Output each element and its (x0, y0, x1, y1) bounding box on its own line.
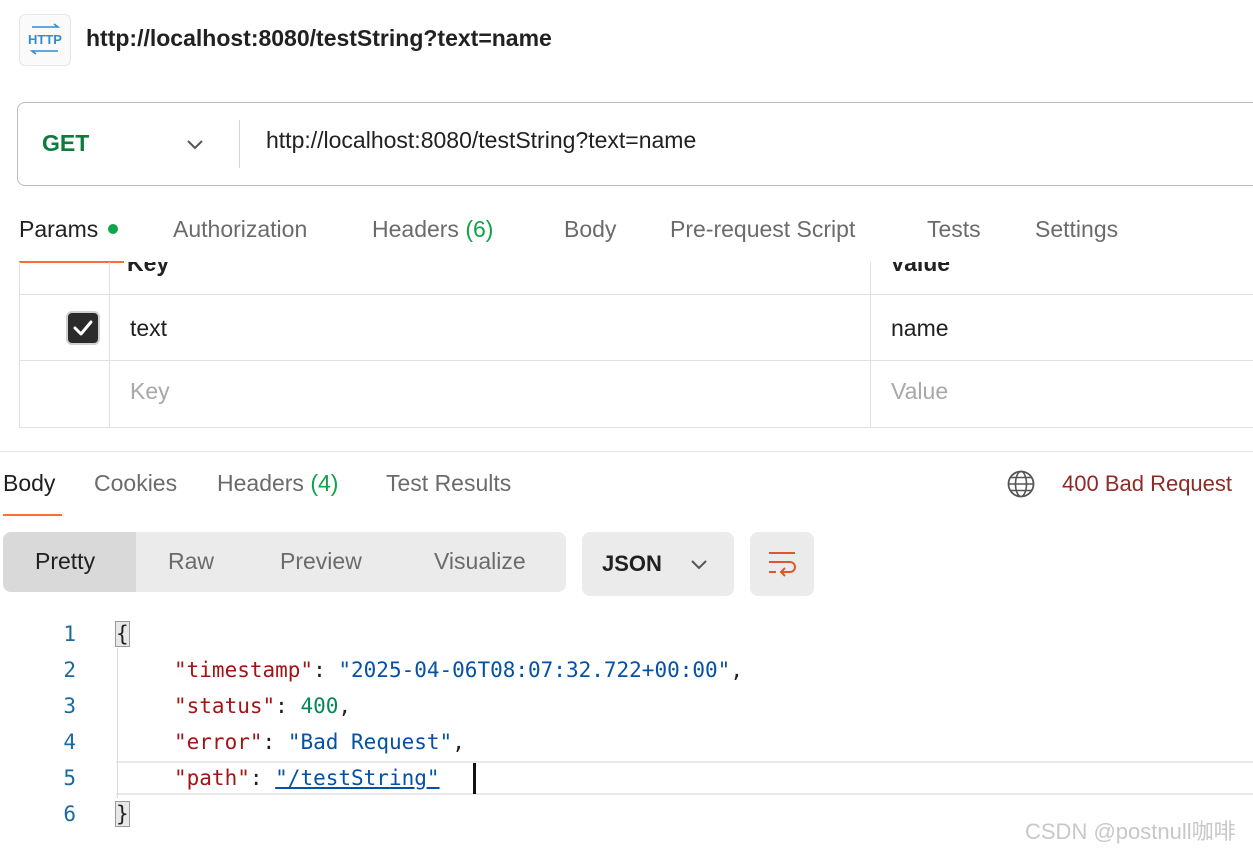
tab-prerequest-script[interactable]: Pre-request Script (670, 216, 855, 243)
code-line[interactable]: "timestamp": "2025-04-06T08:07:32.722+00… (174, 658, 743, 682)
json-string: "Bad Request" (287, 730, 453, 754)
param-value-cell[interactable]: name (891, 315, 949, 342)
new-param-key-input[interactable]: Key (130, 378, 170, 405)
response-tab-headers[interactable]: Headers (4) (217, 470, 338, 497)
line-number: 2 (63, 658, 76, 682)
tab-headers-count: (6) (465, 216, 494, 242)
wrap-lines-icon (769, 552, 796, 577)
response-tab-body[interactable]: Body (3, 470, 55, 497)
wrap-lines-button[interactable] (750, 532, 814, 596)
response-active-tab-indicator (3, 514, 62, 516)
json-string: "2025-04-06T08:07:32.722+00:00" (338, 658, 731, 682)
text-cursor (473, 763, 476, 794)
url-input[interactable]: http://localhost:8080/testString?text=na… (266, 127, 696, 154)
line-number: 4 (63, 730, 76, 754)
code-line[interactable]: } (115, 801, 130, 827)
view-mode-pretty[interactable]: Pretty (35, 548, 95, 575)
check-icon (73, 320, 93, 336)
line-number: 3 (63, 694, 76, 718)
params-active-dot (108, 223, 119, 234)
globe-icon[interactable] (1006, 469, 1036, 499)
line-number: 1 (63, 622, 76, 646)
tab-tests[interactable]: Tests (927, 216, 981, 243)
tab-settings[interactable]: Settings (1035, 216, 1118, 243)
param-enabled-checkbox[interactable] (66, 311, 100, 345)
response-status-badge[interactable]: 400 Bad Request (1062, 471, 1232, 497)
indent-guide (117, 648, 118, 798)
json-key: "path" (174, 766, 250, 790)
new-param-value-input[interactable]: Value (891, 378, 948, 405)
tab-authorization[interactable]: Authorization (173, 216, 307, 243)
response-tab-cookies[interactable]: Cookies (94, 470, 177, 497)
http-icon: HTTP (28, 23, 62, 55)
view-mode-visualize[interactable]: Visualize (434, 548, 526, 575)
code-line[interactable]: "status": 400, (174, 694, 351, 718)
chevron-down-icon (691, 560, 707, 570)
code-line[interactable]: "path": "/testString" (174, 766, 440, 790)
code-line[interactable]: "error": "Bad Request", (174, 730, 465, 754)
code-line[interactable]: { (115, 621, 130, 647)
json-number: 400 (300, 694, 339, 718)
http-request-icon: HTTP (19, 14, 71, 66)
format-select-label: JSON (602, 551, 662, 576)
param-key-cell[interactable]: text (130, 315, 167, 342)
response-tab-test-results[interactable]: Test Results (386, 470, 511, 497)
url-divider (239, 120, 240, 168)
method-select[interactable]: GET (42, 130, 89, 157)
json-key: "status" (174, 694, 276, 718)
tab-headers-label: Headers (372, 216, 459, 242)
response-headers-count: (4) (310, 470, 339, 496)
table-divider (19, 360, 1253, 361)
table-divider (19, 294, 1253, 295)
chevron-down-icon[interactable] (185, 134, 205, 154)
tab-params[interactable]: Params (19, 216, 119, 243)
tab-body[interactable]: Body (564, 216, 616, 243)
line-number: 5 (63, 766, 76, 790)
open-brace: { (115, 621, 130, 647)
response-divider[interactable] (0, 451, 1253, 452)
table-divider (870, 262, 871, 427)
line-number: 6 (63, 802, 76, 826)
view-mode-raw[interactable]: Raw (168, 548, 214, 575)
json-key: "timestamp" (174, 658, 314, 682)
tab-params-label: Params (19, 216, 99, 242)
params-table (19, 262, 1253, 428)
view-mode-preview[interactable]: Preview (280, 548, 362, 575)
http-icon-text: HTTP (28, 32, 62, 47)
close-brace: } (115, 801, 130, 827)
response-tab-headers-label: Headers (217, 470, 304, 496)
request-title[interactable]: http://localhost:8080/testString?text=na… (86, 25, 552, 52)
watermark: CSDN @postnull咖啡 (1025, 819, 1236, 844)
json-path-link[interactable]: "/testString" (275, 766, 439, 790)
table-divider (109, 262, 110, 427)
tab-headers[interactable]: Headers (6) (372, 216, 493, 243)
json-key: "error" (174, 730, 263, 754)
